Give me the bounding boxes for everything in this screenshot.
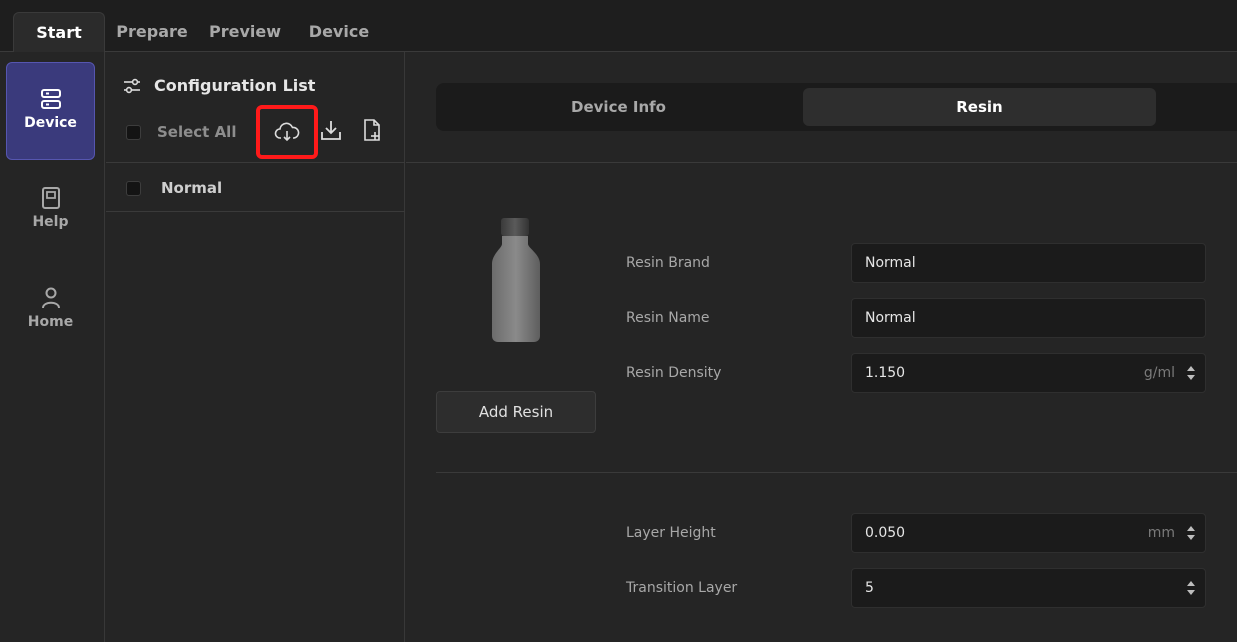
add-resin-button[interactable]: Add Resin (436, 391, 596, 433)
rail-item-home[interactable]: Home (6, 262, 95, 360)
list-item[interactable]: Normal (126, 179, 222, 197)
resin-brand-label: Resin Brand (626, 255, 710, 271)
list-item-label: Normal (161, 179, 223, 197)
resin-density-unit: g/ml (1143, 365, 1175, 381)
book-icon (41, 187, 60, 209)
cloud-download-button[interactable] (256, 105, 318, 159)
divider (406, 162, 1237, 163)
resin-name-field[interactable]: Normal (851, 298, 1206, 338)
layer-height-field[interactable]: 0.050 mm (851, 513, 1206, 553)
segmented-control: Device Info Resin (436, 83, 1237, 131)
cloud-download-icon (274, 122, 300, 142)
file-add-icon (364, 119, 380, 141)
resin-density-label: Resin Density (626, 365, 722, 381)
rail-item-label: Help (32, 214, 69, 230)
tab-prepare[interactable]: Prepare (113, 12, 191, 52)
import-button[interactable] (313, 110, 349, 150)
tab-preview[interactable]: Preview (205, 12, 285, 52)
divider (436, 472, 1237, 473)
rail-item-label: Home (27, 314, 74, 330)
server-icon (40, 89, 61, 109)
top-tab-bar: Start Prepare Preview Device (0, 0, 1237, 53)
resin-brand-value: Normal (865, 255, 916, 271)
spinner-arrows-icon[interactable] (1186, 525, 1196, 541)
list-item-checkbox[interactable] (126, 180, 141, 196)
layer-height-value: 0.050 (865, 525, 906, 541)
left-nav-rail: Device Help Home (0, 52, 105, 642)
transition-layer-field[interactable]: 5 (851, 568, 1206, 608)
resin-name-label: Resin Name (626, 310, 710, 326)
layer-height-label: Layer Height (626, 525, 716, 541)
spinner-arrows-icon[interactable] (1186, 365, 1196, 381)
segment-resin[interactable]: Resin (803, 88, 1156, 126)
transition-layer-label: Transition Layer (626, 580, 738, 596)
transition-layer-value: 5 (865, 580, 874, 596)
configuration-header: Configuration List (122, 76, 315, 95)
sliders-icon (124, 78, 140, 93)
divider (106, 211, 405, 212)
divider (106, 162, 405, 163)
layer-height-unit: mm (1147, 525, 1175, 541)
configuration-panel: Configuration List Select All Normal (106, 52, 405, 642)
user-icon (41, 287, 60, 309)
rail-item-help[interactable]: Help (6, 162, 95, 260)
rail-item-label: Device (24, 115, 77, 131)
new-file-button[interactable] (354, 110, 390, 150)
select-all-checkbox[interactable] (126, 124, 141, 140)
select-all-row[interactable]: Select All (126, 123, 236, 141)
select-all-label: Select All (157, 123, 237, 141)
tab-device[interactable]: Device (302, 12, 376, 52)
resin-density-field[interactable]: 1.150 g/ml (851, 353, 1206, 393)
resin-name-value: Normal (865, 310, 916, 326)
download-icon (321, 121, 341, 140)
spinner-arrows-icon[interactable] (1186, 580, 1196, 596)
rail-item-device[interactable]: Device (6, 62, 95, 160)
tab-start[interactable]: Start (13, 12, 105, 53)
configuration-title: Configuration List (154, 76, 316, 95)
segment-device-info[interactable]: Device Info (441, 88, 796, 126)
resin-density-value: 1.150 (865, 365, 906, 381)
main-panel: Device Info Resin Add Resin Resin Brand … (406, 52, 1237, 642)
resin-brand-field[interactable]: Normal (851, 243, 1206, 283)
resin-bottle-icon (492, 218, 540, 342)
